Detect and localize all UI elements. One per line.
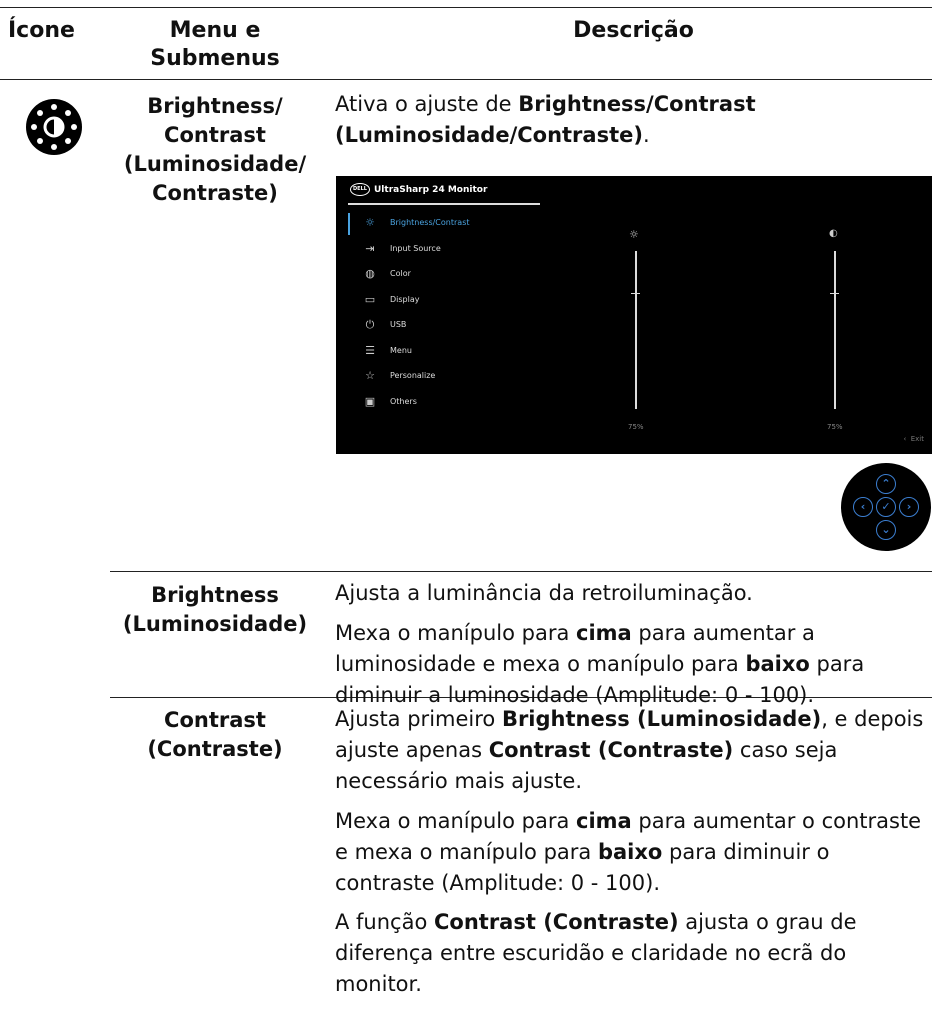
main-desc-suffix: .: [642, 123, 650, 147]
text-run: Ajusta primeiro: [335, 707, 502, 731]
main-name-line-3: (Luminosidade/: [123, 152, 307, 176]
sun-icon: ☼: [365, 216, 375, 229]
osd-menu-label: Brightness/Contrast: [390, 218, 470, 227]
joystick-down-icon: ⌄: [876, 520, 896, 540]
osd-menu-label: USB: [390, 320, 407, 329]
text-run: Mexa o manípulo para: [335, 621, 577, 645]
bold-text: cima: [576, 809, 632, 833]
contrast-paragraph-2: Mexa o manípulo para cima para aumentar …: [335, 806, 930, 899]
osd-menu-label: Personalize: [390, 371, 436, 380]
header-icon-column: Ícone: [8, 18, 75, 43]
usb-icon: ⏻: [365, 318, 375, 331]
osd-exit-label: Exit: [910, 435, 924, 443]
contrast-name-line-1: Contrast: [164, 708, 266, 732]
palette-icon: ◍: [365, 267, 375, 280]
main-name-line-4: Contraste): [152, 181, 278, 205]
osd-menu-item: ⏻ USB: [363, 317, 563, 333]
joystick-up-icon: ⌃: [876, 474, 896, 494]
brightness-paragraph-2: Mexa o manípulo para cima para aumentar …: [335, 618, 930, 711]
contrast-icon: ◐: [829, 228, 838, 239]
bold-text: baixo: [597, 840, 663, 864]
table-top-rule: [0, 7, 932, 8]
header-description-column: Descrição: [573, 18, 694, 43]
text-run: A função: [335, 910, 434, 934]
contrast-row-name: Contrast (Contraste): [110, 706, 320, 764]
osd-menu-screenshot: DELL UltraSharp 24 Monitor ☼ Brightness/C…: [336, 176, 932, 454]
osd-menu-label: Input Source: [390, 243, 441, 253]
joystick-right-icon: ›: [899, 497, 919, 517]
brightness-slider-knob: [631, 293, 640, 294]
contrast-value: 75%: [827, 423, 843, 431]
main-name-line-2: Contrast: [164, 123, 266, 147]
osd-menu-item: ▣ Others: [363, 394, 563, 410]
brightness-value: 75%: [628, 423, 644, 431]
osd-menu-label: Others: [390, 396, 417, 406]
brightness-name-line-1: Brightness: [151, 583, 279, 607]
brightness-row-name: Brightness (Luminosidade): [110, 581, 320, 639]
osd-title: UltraSharp 24 Monitor: [374, 185, 488, 195]
osd-menu-item: ☆ Personalize: [363, 368, 563, 384]
main-menu-name: Brightness/ Contrast (Luminosidade/ Cont…: [110, 92, 320, 208]
main-desc-prefix: Ativa o ajuste de: [335, 92, 519, 116]
dell-logo: DELL: [350, 183, 370, 196]
brightness-contrast-icon: [26, 99, 82, 155]
text-run: Ajusta a luminância da retroiluminação.: [335, 581, 753, 605]
joystick-left-icon: ‹: [853, 497, 873, 517]
menu-icon: ☰: [365, 343, 375, 357]
joystick-ok-icon: ✓: [876, 497, 896, 517]
header-bottom-rule: [0, 79, 932, 80]
osd-menu-item: ☼ Brightness/Contrast: [363, 215, 563, 231]
others-icon: ▣: [364, 394, 376, 408]
header-menu-column: Menu e Submenus: [120, 17, 310, 73]
joystick-icon: ⌃ ‹ ✓ › ⌄: [841, 463, 931, 551]
osd-menu-label: Menu: [390, 345, 412, 355]
input-icon: ⇥: [365, 241, 375, 255]
star-icon: ☆: [365, 369, 375, 382]
osd-menu-item: ▭ Display: [363, 292, 563, 308]
osd-menu-item: ◍ Color: [363, 266, 563, 282]
contrast-paragraph-3: A função Contrast (Contraste) ajusta o g…: [335, 907, 930, 1000]
contrast-name-line-2: (Contraste): [147, 737, 283, 761]
osd-menu-label: Color: [390, 269, 411, 278]
header-menu-line-1: Menu e: [169, 18, 261, 43]
main-name-line-1: Brightness/: [147, 94, 283, 118]
text-run: Mexa o manípulo para: [335, 809, 577, 833]
brightness-sun-icon: ☼: [629, 228, 639, 241]
osd-menu-item: ☰ Menu: [363, 343, 563, 359]
osd-title-underline: [348, 203, 540, 205]
contrast-paragraph-1: Ajusta primeiro Brightness (Luminosidade…: [335, 704, 930, 797]
osd-menu-label: Display: [390, 294, 420, 304]
contrast-slider-knob: [830, 293, 839, 294]
row-separator-1: [110, 571, 932, 572]
osd-selection-bar: [348, 213, 350, 235]
bold-text: Brightness (Luminosidade): [501, 707, 822, 731]
osd-exit: ‹ Exit: [903, 435, 924, 443]
main-description: Ativa o ajuste de Brightness/Contrast (L…: [335, 89, 815, 151]
bold-text: cima: [576, 621, 632, 645]
header-menu-line-2: Submenus: [150, 46, 280, 71]
brightness-slider: [635, 251, 637, 409]
contrast-slider: [834, 251, 836, 409]
bold-text: Contrast (Contraste): [434, 910, 679, 934]
bold-text: baixo: [745, 652, 810, 676]
brightness-name-line-2: (Luminosidade): [122, 612, 308, 636]
display-icon: ▭: [364, 292, 376, 306]
osd-menu-item: ⇥ Input Source: [363, 241, 563, 257]
brightness-paragraph-1: Ajusta a luminância da retroiluminação.: [335, 578, 930, 609]
bold-text: Contrast (Contraste): [488, 738, 734, 762]
